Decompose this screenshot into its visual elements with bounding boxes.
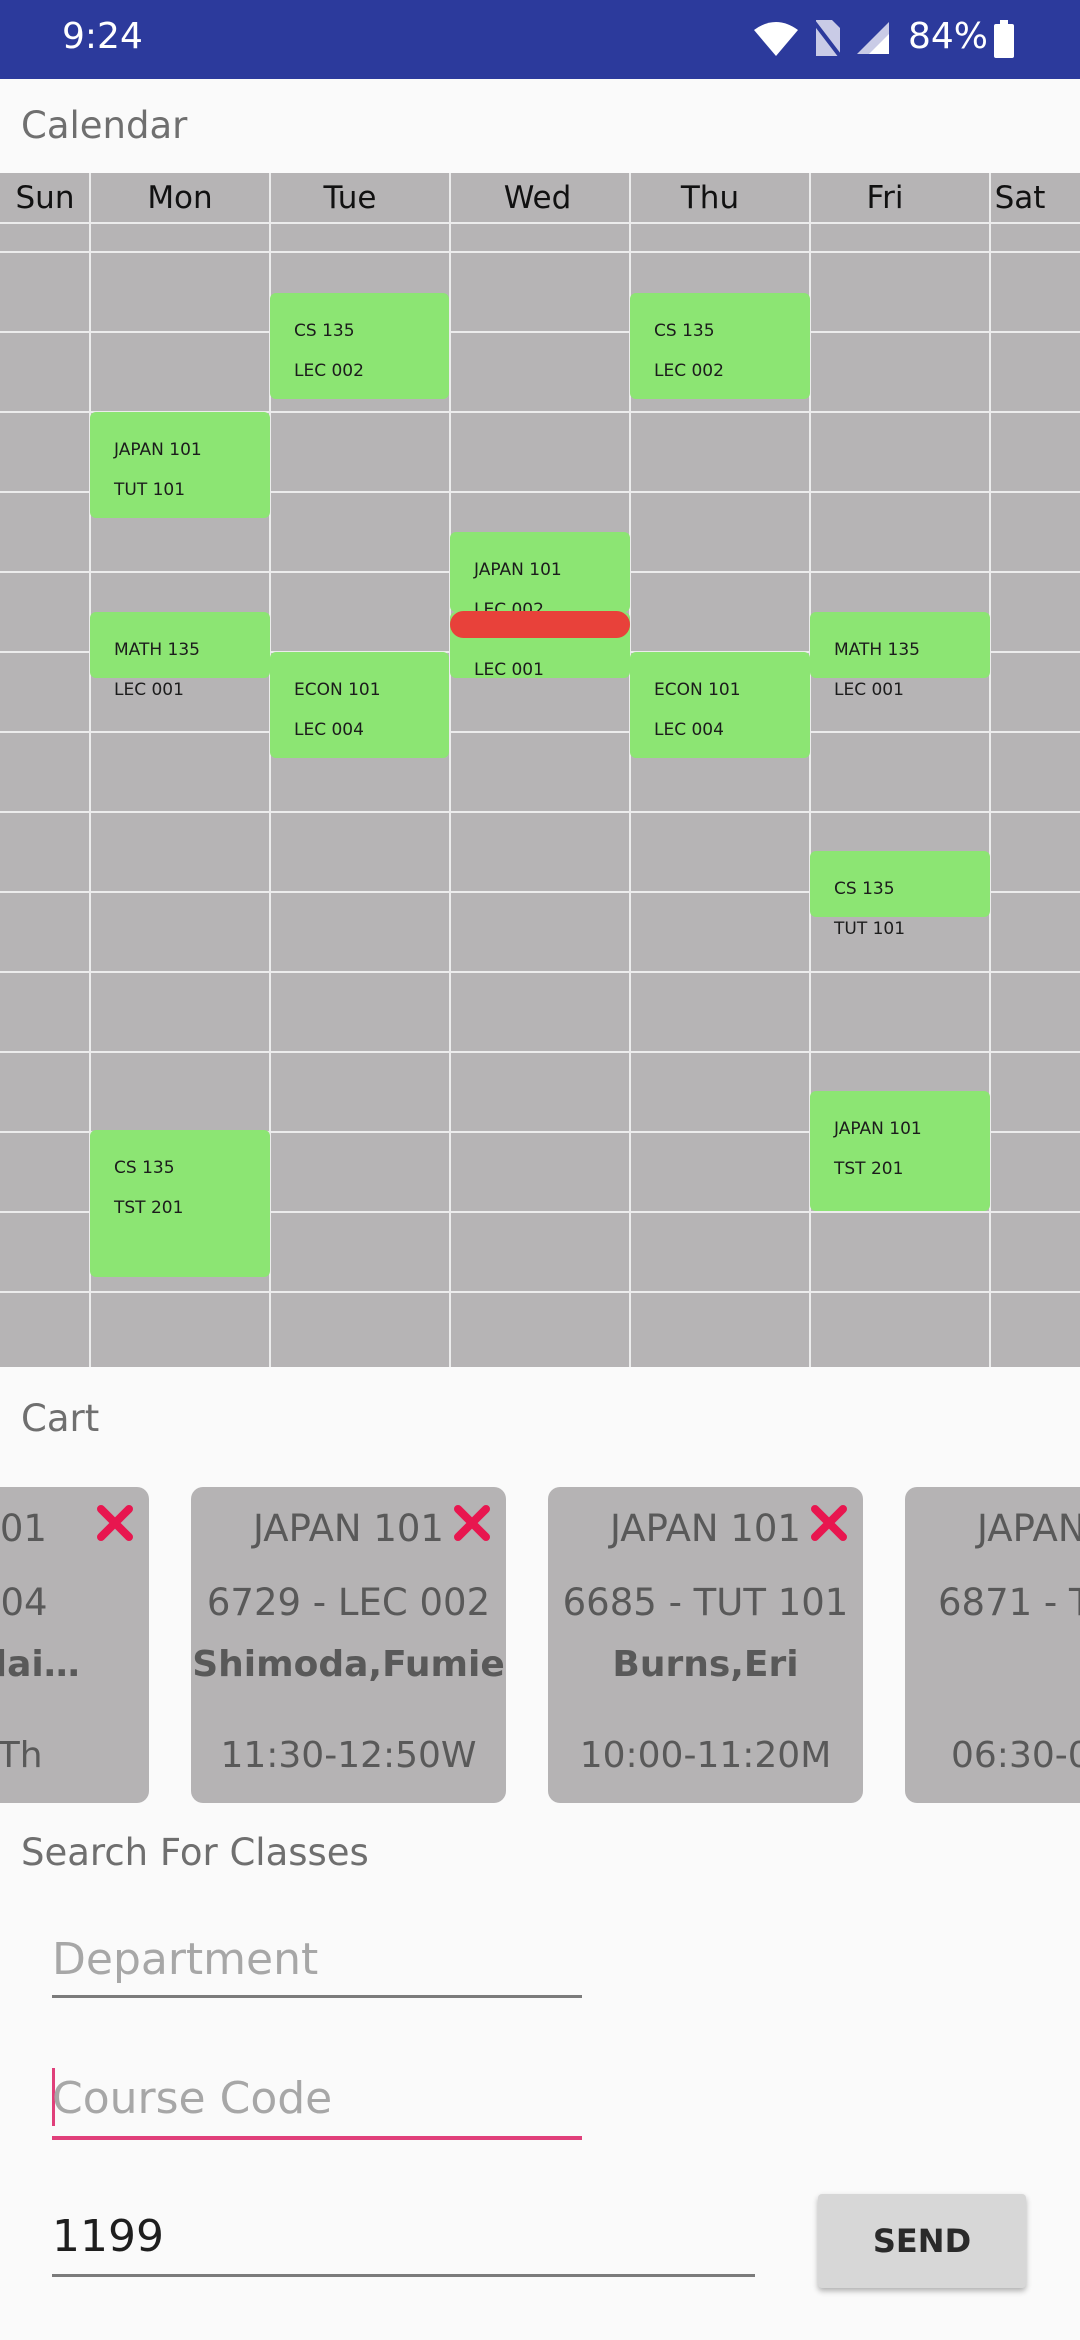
battery-percent: 84% bbox=[908, 16, 989, 57]
grid-line bbox=[0, 222, 1080, 224]
cart-item-time: :20TuTh bbox=[0, 1735, 43, 1776]
status-bar: 9:24 84% bbox=[0, 0, 1080, 79]
event-course: CS 135 bbox=[834, 879, 895, 899]
event-section: LEC 001 bbox=[114, 680, 184, 700]
day-header-thu: Thu bbox=[680, 180, 740, 216]
remove-icon[interactable] bbox=[95, 1503, 135, 1543]
calendar-event[interactable]: CS 135 TST 201 bbox=[90, 1130, 270, 1277]
day-header-tue: Tue bbox=[323, 180, 377, 216]
grid-column-line bbox=[449, 173, 451, 1367]
cart-item[interactable]: JAPAN 101 6685 - TUT 101 Burns,Eri 10:00… bbox=[548, 1487, 863, 1803]
cart-title: Cart bbox=[21, 1397, 100, 1440]
calendar-event[interactable]: CS 135 LEC 002 bbox=[630, 293, 810, 399]
day-header-fri: Fri bbox=[866, 180, 904, 216]
cart-list[interactable]: JAPAN 101 LEC 004 na,Alai… :20TuTh JAPAN… bbox=[0, 1487, 1080, 1803]
cart-item-instructor: na,Alai… bbox=[0, 1644, 80, 1685]
cart-item-instructor: Shimoda,Fumie bbox=[192, 1644, 505, 1685]
search-title: Search For Classes bbox=[21, 1831, 369, 1874]
no-sim-icon bbox=[812, 20, 842, 58]
day-header-sun: Sun bbox=[15, 180, 75, 216]
calendar-event[interactable]: CS 135 TUT 101 bbox=[810, 851, 990, 939]
event-section: TST 201 bbox=[834, 1159, 904, 1179]
status-time: 9:24 bbox=[62, 16, 143, 57]
grid-line bbox=[0, 731, 1080, 733]
cart-item-time: 10:00-11:20M bbox=[579, 1735, 832, 1776]
department-underline bbox=[52, 1995, 582, 1998]
cart-item[interactable]: JAPAN 101 LEC 004 na,Alai… :20TuTh bbox=[0, 1487, 149, 1803]
event-section: LEC 001 bbox=[834, 680, 904, 700]
event-course: CS 135 bbox=[114, 1158, 175, 1178]
cart-item[interactable]: JAPAN 6871 - TS 06:30-0 bbox=[905, 1487, 1080, 1803]
event-course: ECON 101 bbox=[654, 680, 741, 700]
cart-item-time: 06:30-0 bbox=[951, 1735, 1080, 1776]
event-course: CS 135 bbox=[294, 321, 355, 341]
event-section: TUT 101 bbox=[114, 480, 186, 500]
day-header-sat: Sat bbox=[994, 180, 1046, 216]
day-header-wed: Wed bbox=[503, 180, 572, 216]
event-course: MATH 135 bbox=[114, 640, 200, 660]
cart-item-instructor: Burns,Eri bbox=[612, 1644, 799, 1685]
grid-line bbox=[0, 971, 1080, 973]
cart-item-section: 6729 - LEC 002 bbox=[206, 1581, 491, 1624]
event-section: LEC 002 bbox=[294, 361, 364, 381]
calendar-event[interactable]: JAPAN 101 LEC 002 bbox=[450, 532, 630, 620]
calendar-event[interactable]: MATH 135 LEC 001 bbox=[90, 612, 270, 700]
signal-icon bbox=[857, 22, 889, 54]
grid-line bbox=[0, 1051, 1080, 1053]
send-button[interactable]: SEND bbox=[818, 2194, 1026, 2288]
course-code-input[interactable]: Course Code bbox=[52, 2073, 332, 2124]
cart-item-course: JAPAN bbox=[977, 1507, 1080, 1550]
calendar-event[interactable]: JAPAN 101 TUT 101 bbox=[90, 412, 270, 518]
remove-icon[interactable] bbox=[452, 1503, 492, 1543]
term-input[interactable]: 1199 bbox=[52, 2211, 164, 2262]
event-course: JAPAN 101 bbox=[834, 1119, 922, 1139]
remove-icon[interactable] bbox=[809, 1503, 849, 1543]
cart-item-section: 6685 - TUT 101 bbox=[562, 1581, 849, 1624]
event-section: TUT 101 bbox=[834, 919, 906, 939]
battery-icon bbox=[994, 20, 1014, 58]
event-section: LEC 002 bbox=[654, 361, 724, 381]
calendar-grid: Sun Mon Tue Wed Thu Fri Sat CS 135 LEC 0… bbox=[0, 173, 1080, 1367]
cart-item-section: LEC 004 bbox=[0, 1581, 48, 1624]
day-header-mon: Mon bbox=[147, 180, 213, 216]
event-course: CS 135 bbox=[654, 321, 715, 341]
calendar-event[interactable]: JAPAN 101 TST 201 bbox=[810, 1091, 990, 1211]
calendar-event[interactable]: CS 135 LEC 002 bbox=[270, 293, 449, 399]
event-section: LEC 004 bbox=[654, 720, 724, 740]
event-course: JAPAN 101 bbox=[114, 440, 202, 460]
grid-line bbox=[0, 811, 1080, 813]
calendar-event[interactable]: MATH 135 LEC 001 bbox=[810, 612, 990, 700]
event-course: JAPAN 101 bbox=[474, 560, 562, 580]
event-section: LEC 004 bbox=[294, 720, 364, 740]
calendar-event[interactable]: ECON 101 LEC 004 bbox=[270, 652, 449, 758]
department-input[interactable]: Department bbox=[52, 1934, 318, 1985]
term-underline bbox=[52, 2274, 755, 2277]
event-section: LEC 001 bbox=[474, 660, 544, 680]
cart-item-time: 11:30-12:50W bbox=[220, 1735, 477, 1776]
grid-line bbox=[0, 331, 1080, 333]
event-course: ECON 101 bbox=[294, 680, 381, 700]
grid-line bbox=[0, 1291, 1080, 1293]
event-course: MATH 135 bbox=[834, 640, 920, 660]
course-code-underline bbox=[52, 2136, 582, 2140]
calendar-title: Calendar bbox=[21, 104, 188, 147]
calendar-event[interactable]: ECON 101 LEC 004 bbox=[630, 652, 810, 758]
grid-line bbox=[0, 251, 1080, 253]
cart-item[interactable]: JAPAN 101 6729 - LEC 002 Shimoda,Fumie 1… bbox=[191, 1487, 506, 1803]
event-section: TST 201 bbox=[114, 1198, 184, 1218]
cart-item-section: 6871 - TS bbox=[938, 1581, 1080, 1624]
conflict-marker[interactable] bbox=[450, 611, 630, 638]
wifi-icon bbox=[754, 22, 798, 56]
